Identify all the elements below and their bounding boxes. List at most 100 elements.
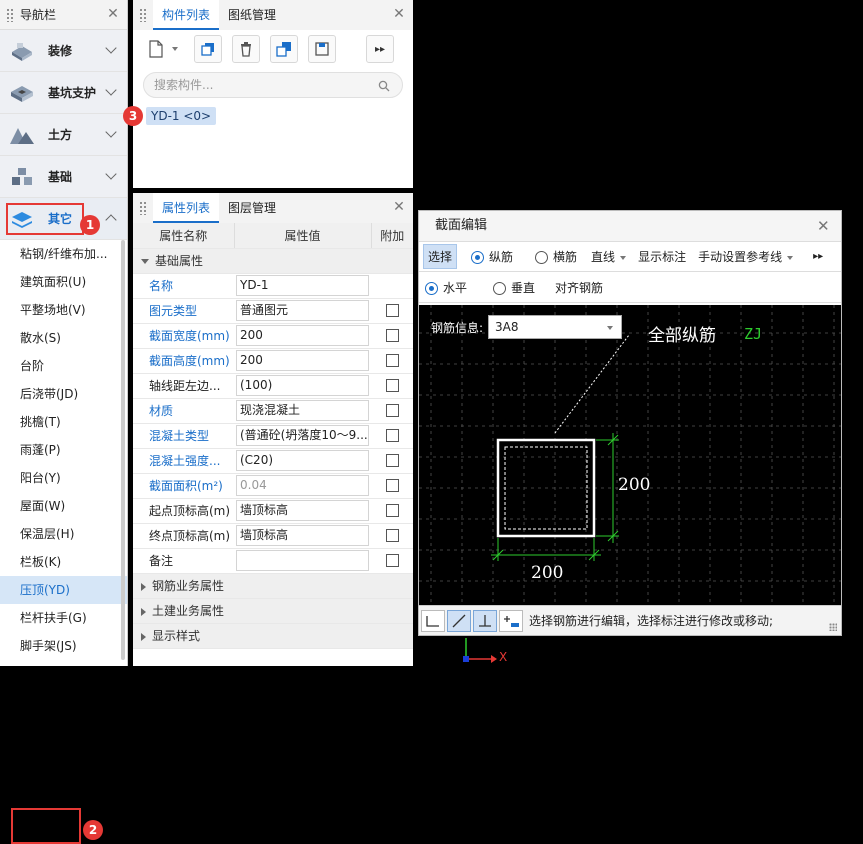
property-group-display[interactable]: 显示样式 [133,623,413,649]
component-search[interactable] [143,72,403,98]
nav-item[interactable]: 挑檐(T) [0,408,127,436]
save-component-button[interactable] [308,35,336,63]
copy-component-button[interactable] [194,35,222,63]
property-row[interactable]: 材质 现浇混凝土 [133,398,413,424]
line-mode-button[interactable] [447,609,471,632]
close-icon[interactable]: ✕ [817,219,830,234]
component-item[interactable]: YD-1 <0> [146,107,217,125]
grip-icon[interactable] [139,8,147,22]
nav-category-foundation[interactable]: 基础 [0,156,127,198]
property-row[interactable]: 终点顶标高(m) 墙顶标高 [133,523,413,549]
property-row[interactable]: 截面高度(mm) 200 [133,348,413,374]
extra-checkbox[interactable] [385,304,399,317]
property-row[interactable]: 混凝土强度... (C20) [133,448,413,474]
longitudinal-radio[interactable]: 纵筋 [471,248,513,265]
extra-checkbox[interactable] [385,429,399,442]
new-component-button[interactable] [145,38,178,60]
perpendicular-mode-button[interactable] [473,609,497,632]
align-rebar-button[interactable]: 对齐钢筋 [555,279,603,296]
property-value-input[interactable]: 墙顶标高 [236,500,369,521]
property-group-basic[interactable]: 基础属性 [133,248,413,274]
nav-category-pit-support[interactable]: 基坑支护 [0,72,127,114]
property-row[interactable]: 混凝土类型 (普通砼(坍落度10～9... [133,423,413,449]
property-value-input[interactable]: 200 [236,325,369,346]
property-value-input[interactable] [236,550,369,571]
section-drawing[interactable] [419,305,841,605]
nav-item[interactable]: 散水(S) [0,324,127,352]
extra-checkbox[interactable] [385,479,399,492]
nav-item[interactable]: 阳台(Y) [0,464,127,492]
delete-component-button[interactable] [232,35,260,63]
property-value-input[interactable]: 现浇混凝土 [236,400,369,421]
nav-item[interactable]: 栏板(K) [0,548,127,576]
tab-layer-manage[interactable]: 图层管理 [219,193,285,223]
nav-item[interactable]: 屋面(W) [0,492,127,520]
nav-item-selected[interactable]: 压顶(YD) [0,576,127,604]
nav-item[interactable]: 后浇带(JD) [0,380,127,408]
property-group-rebar[interactable]: 钢筋业务属性 [133,573,413,599]
vertical-radio[interactable]: 垂直 [493,279,535,296]
annotation-text[interactable]: 全部纵筋 [648,321,716,346]
property-value-input[interactable]: (100) [236,375,369,396]
resize-grip-icon[interactable] [829,623,837,631]
dimension-right-text[interactable]: 200 [618,475,650,495]
close-icon[interactable]: ✕ [393,7,405,21]
tab-property-list[interactable]: 属性列表 [153,193,220,223]
extra-checkbox[interactable] [385,504,399,517]
nav-category-decoration[interactable]: 装修 [0,30,127,72]
nav-item[interactable]: 保温层(H) [0,520,127,548]
property-group-civil[interactable]: 土建业务属性 [133,598,413,624]
extra-checkbox[interactable] [385,454,399,467]
extra-checkbox[interactable] [385,529,399,542]
tab-component-list[interactable]: 构件列表 [153,0,220,30]
extra-checkbox[interactable] [385,329,399,342]
line-dropdown[interactable]: 直线 [591,248,627,265]
annotation-code[interactable]: ZJ [744,325,762,343]
property-row[interactable]: 名称 YD-1 [133,273,413,299]
close-icon[interactable]: ✕ [107,7,119,21]
extra-checkbox[interactable] [385,379,399,392]
search-input[interactable] [154,78,354,92]
nav-item[interactable]: 平整场地(V) [0,296,127,324]
property-value-input[interactable]: 0.04 [236,475,369,496]
property-row[interactable]: 备注 [133,548,413,574]
extra-checkbox[interactable] [385,404,399,417]
property-value-input[interactable]: 普通图元 [236,300,369,321]
scrollbar[interactable] [121,240,125,660]
property-row[interactable]: 起点顶标高(m) 墙顶标高 [133,498,413,524]
nav-item[interactable]: 雨蓬(P) [0,436,127,464]
dimension-bottom-text[interactable]: 200 [531,563,563,583]
tab-drawing-manage[interactable]: 图纸管理 [219,0,285,30]
transverse-radio[interactable]: 横筋 [535,248,577,265]
grip-icon[interactable] [139,201,147,215]
double-chevron-right-icon[interactable]: ▸▸ [813,251,823,262]
grip-icon[interactable] [6,7,14,22]
nav-item[interactable]: 脚手架(JS) [0,632,127,660]
extra-checkbox[interactable] [385,554,399,567]
nav-item[interactable]: 建筑面积(U) [0,268,127,296]
close-icon[interactable]: ✕ [393,200,405,214]
manual-ref-line-dropdown[interactable]: 手动设置参考线 [698,248,794,265]
property-value-input[interactable]: (普通砼(坍落度10～9... [236,425,369,446]
property-value-input[interactable]: (C20) [236,450,369,471]
ortho-mode-button[interactable] [421,609,445,632]
rebar-info-select[interactable]: 3A8 [488,315,622,339]
nav-item[interactable]: 台阶 [0,352,127,380]
more-button[interactable]: ▸▸ [366,35,394,63]
nav-item[interactable]: 栏杆扶手(G) [0,604,127,632]
nav-category-other[interactable]: 其它 1 [0,198,127,240]
copy-to-floor-button[interactable] [270,35,298,63]
extra-checkbox[interactable] [385,354,399,367]
property-value-input[interactable]: 墙顶标高 [236,525,369,546]
property-row[interactable]: 截面宽度(mm) 200 [133,323,413,349]
property-row[interactable]: 截面面积(m²) 0.04 [133,473,413,499]
show-dimension-button[interactable]: 显示标注 [638,248,686,265]
property-value-input[interactable]: 200 [236,350,369,371]
search-icon[interactable] [378,80,390,92]
property-row[interactable]: 图元类型 普通图元 [133,298,413,324]
add-point-button[interactable] [499,609,523,632]
section-canvas[interactable]: 钢筋信息: 3A8 全部纵筋 ZJ 200 200 [419,305,841,605]
property-value-input[interactable]: YD-1 [236,275,369,296]
horizontal-radio[interactable]: 水平 [425,279,467,296]
select-button[interactable]: 选择 [423,244,458,269]
